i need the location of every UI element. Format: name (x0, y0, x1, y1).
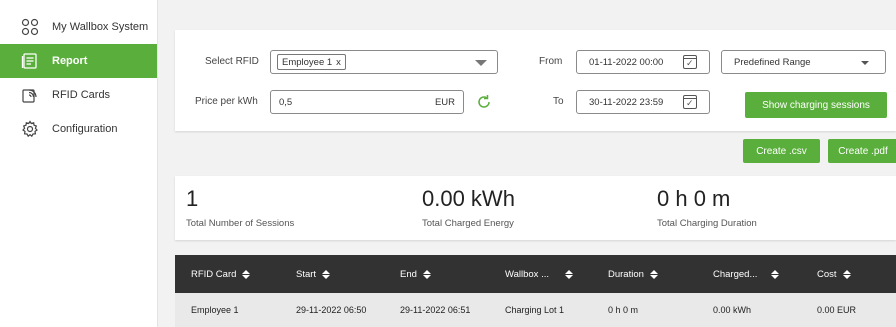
sidebar: My Wallbox System Report RFID Cards Conf… (0, 0, 158, 327)
price-unit: EUR (434, 96, 455, 108)
cell-start: 29-11-2022 06:50 (296, 305, 367, 315)
stat-label: Total Number of Sessions (186, 218, 295, 229)
sidebar-item-configuration[interactable]: Configuration (0, 112, 157, 146)
rfid-chip-label: Employee 1 (282, 56, 333, 68)
to-label: To (553, 96, 564, 107)
column-header-label: End (400, 268, 417, 280)
charging-sessions-table: RFID Card Start End Wallbox ... Duration… (175, 255, 896, 327)
column-header-label: Charged... (713, 268, 758, 280)
sort-icon[interactable] (322, 269, 331, 279)
stat-label: Total Charging Duration (657, 218, 757, 229)
calendar-icon[interactable] (683, 95, 697, 109)
summary-stats: 1 Total Number of Sessions 0.00 kWh Tota… (175, 176, 896, 240)
show-charging-sessions-button[interactable]: Show charging sessions (745, 92, 887, 118)
cell-end: 29-11-2022 06:51 (400, 305, 471, 315)
create-pdf-button[interactable]: Create .pdf (828, 139, 896, 163)
reset-price-icon[interactable] (475, 93, 493, 111)
sort-icon[interactable] (771, 269, 780, 279)
sidebar-item-rfid-cards[interactable]: RFID Cards (0, 78, 157, 112)
column-header-label: Wallbox ... (505, 268, 549, 280)
stat-value: 0.00 kWh (422, 186, 515, 211)
filter-panel: Select RFID Employee 1 x Price per kWh 0… (175, 30, 896, 131)
column-header-end[interactable]: End (400, 269, 431, 280)
to-date-input[interactable]: 30-11-2022 23:59 (576, 90, 710, 114)
stat-energy: 0.00 kWh Total Charged Energy (422, 186, 515, 229)
column-header-label: RFID Card (191, 268, 237, 280)
column-header-label: Cost (817, 268, 837, 280)
stat-label: Total Charged Energy (422, 218, 514, 229)
price-value: 0,5 (279, 96, 293, 108)
from-label: From (539, 56, 563, 67)
price-per-kwh-label: Price per kWh (195, 96, 258, 107)
stat-sessions: 1 Total Number of Sessions (186, 186, 294, 229)
sidebar-item-label: My Wallbox System (52, 21, 149, 33)
stat-duration: 0 h 0 m Total Charging Duration (657, 186, 757, 229)
column-header-duration[interactable]: Duration (608, 269, 658, 280)
from-date-value: 01-11-2022 00:00 (589, 56, 664, 68)
table-header: RFID Card Start End Wallbox ... Duration… (175, 255, 896, 293)
sidebar-item-report[interactable]: Report (0, 44, 157, 78)
sidebar-item-label: Report (52, 55, 88, 67)
column-header-wallbox[interactable]: Wallbox ... (505, 269, 573, 280)
stat-value: 1 (186, 186, 199, 211)
rfid-chip-remove-button[interactable]: x (336, 57, 341, 68)
sidebar-item-label: RFID Cards (52, 89, 111, 101)
column-header-charged[interactable]: Charged... (713, 268, 780, 280)
chevron-down-icon (861, 61, 869, 65)
column-header-start[interactable]: Start (296, 268, 331, 280)
sort-icon[interactable] (242, 269, 251, 279)
price-per-kwh-input[interactable]: 0,5 EUR (270, 90, 464, 114)
column-header-cost[interactable]: Cost (817, 269, 851, 280)
sort-icon[interactable] (842, 269, 851, 279)
sort-icon[interactable] (565, 269, 573, 279)
rfid-card-icon (20, 85, 40, 105)
stat-value: 0 h 0 m (657, 186, 731, 211)
column-header-label: Start (296, 268, 317, 280)
dashboard-grid-icon (20, 17, 40, 37)
predefined-range-value: Predefined Range (734, 56, 811, 68)
table-row[interactable]: Employee 1 29-11-2022 06:50 29-11-2022 0… (175, 293, 896, 327)
column-header-rfid-card[interactable]: RFID Card (191, 268, 251, 280)
cell-wallbox: Charging Lot 1 (505, 305, 565, 315)
predefined-range-select[interactable]: Predefined Range (721, 50, 886, 74)
chevron-down-icon[interactable] (475, 60, 487, 66)
sidebar-item-label: Configuration (52, 123, 118, 135)
sidebar-item-my-wallbox-system[interactable]: My Wallbox System (0, 10, 157, 44)
sort-icon[interactable] (649, 269, 658, 279)
cell-rfid-card: Employee 1 (191, 305, 239, 315)
rfid-select[interactable]: Employee 1 x (270, 50, 498, 74)
create-csv-button[interactable]: Create .csv (743, 139, 820, 163)
cell-cost: 0.00 EUR (817, 305, 857, 315)
from-date-input[interactable]: 01-11-2022 00:00 (576, 50, 710, 74)
select-rfid-label: Select RFID (205, 56, 259, 67)
sort-icon[interactable] (422, 269, 431, 279)
column-header-label: Duration (608, 268, 644, 280)
cell-charged: 0.00 kWh (713, 305, 752, 315)
rfid-chip[interactable]: Employee 1 x (277, 54, 346, 70)
cell-duration: 0 h 0 m (608, 305, 639, 315)
report-document-icon (20, 51, 40, 71)
calendar-icon[interactable] (683, 55, 697, 69)
gear-icon (20, 119, 40, 139)
to-date-value: 30-11-2022 23:59 (589, 96, 664, 108)
